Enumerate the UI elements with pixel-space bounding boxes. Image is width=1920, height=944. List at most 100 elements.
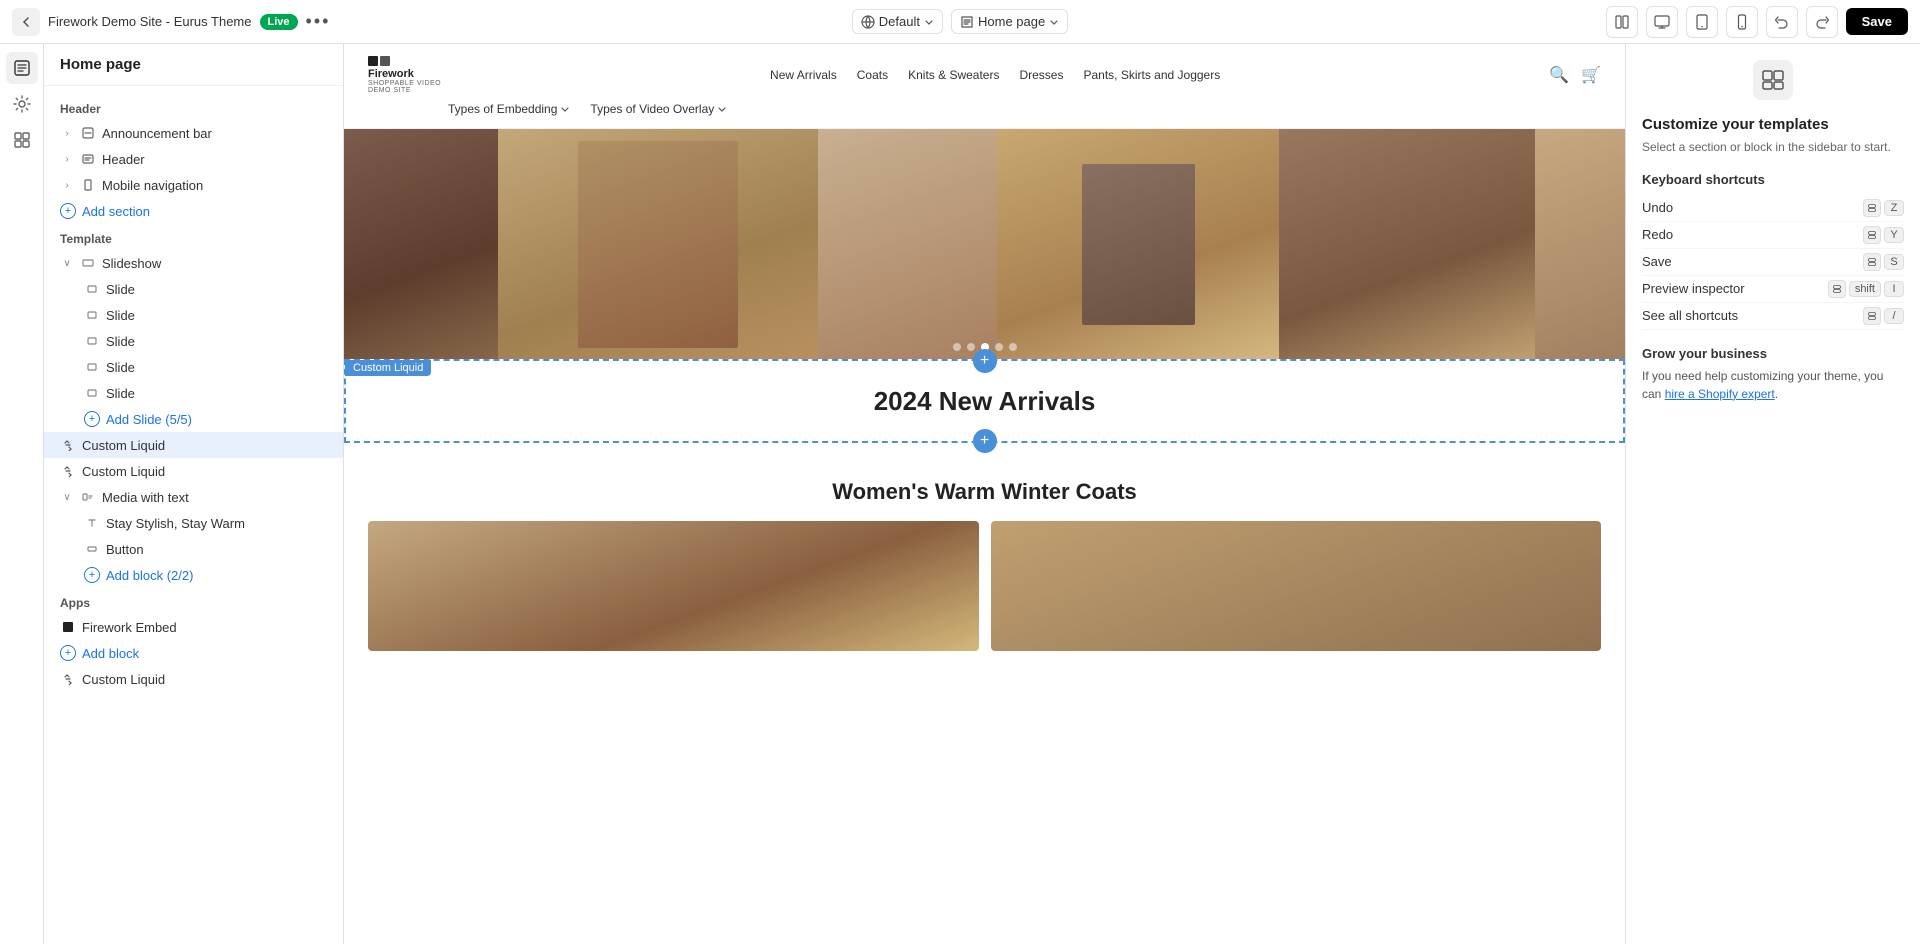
slide-1-label: Slide <box>106 282 135 297</box>
sidebar-item-slide-3[interactable]: Slide <box>44 328 343 354</box>
add-block-label: Add block (2/2) <box>106 568 193 583</box>
sidebar-item-mobile-nav[interactable]: › Mobile navigation <box>44 172 343 198</box>
save-label-shortcut: Save <box>1642 254 1672 269</box>
liquid-icon <box>60 671 76 687</box>
sidebar-item-custom-liquid-3[interactable]: Custom Liquid <box>44 666 343 692</box>
mobile-icon-button[interactable] <box>1726 6 1758 38</box>
slide-icon <box>84 307 100 323</box>
product-card-2[interactable] <box>991 521 1602 651</box>
sidebar-scroll: Header › Announcement bar › Header › <box>44 86 343 944</box>
media-icon <box>80 489 96 505</box>
blocks-icon[interactable] <box>6 124 38 156</box>
chevron-down-icon: ∨ <box>60 490 74 504</box>
add-section-icon: + <box>60 203 76 219</box>
undo-keys: Z <box>1863 199 1904 217</box>
add-slide-link[interactable]: + Add Slide (5/5) <box>44 406 343 432</box>
nav-dresses[interactable]: Dresses <box>1019 68 1063 82</box>
slide-image-4 <box>997 129 1279 359</box>
sidebar: Home page Header › Announcement bar › He… <box>44 44 344 944</box>
add-section-link[interactable]: + Add section <box>44 198 343 224</box>
preview-scroll[interactable]: Firework SHOPPABLE VIDEODEMO SITE New Ar… <box>344 44 1625 944</box>
sidebar-title: Home page <box>44 44 343 86</box>
product-card-1[interactable] <box>368 521 979 651</box>
z-key: Z <box>1884 200 1904 216</box>
cmd-key <box>1863 253 1881 271</box>
add-block-apps-link[interactable]: + Add block <box>44 640 343 666</box>
tablet-icon-button[interactable] <box>1686 6 1718 38</box>
mobile-nav-label: Mobile navigation <box>102 178 203 193</box>
settings-icon[interactable] <box>6 88 38 120</box>
custom-liquid-1-label: Custom Liquid <box>82 438 165 453</box>
grow-section: Grow your business If you need help cust… <box>1642 346 1904 403</box>
layout-icon-button[interactable] <box>1606 6 1638 38</box>
sidebar-item-slide-1[interactable]: Slide <box>44 276 343 302</box>
default-selector[interactable]: Default <box>852 9 943 34</box>
sidebar-item-firework-embed[interactable]: Firework Embed <box>44 614 343 640</box>
cmd-key <box>1828 280 1846 298</box>
add-block-apps-label: Add block <box>82 646 139 661</box>
sidebar-item-slide-5[interactable]: Slide <box>44 380 343 406</box>
pages-icon[interactable] <box>6 52 38 84</box>
panel-icon-row <box>1642 60 1904 100</box>
default-label: Default <box>879 14 920 29</box>
sidebar-item-slide-4[interactable]: Slide <box>44 354 343 380</box>
page-selector[interactable]: Home page <box>951 9 1068 34</box>
shift-key: shift <box>1849 281 1881 297</box>
search-icon[interactable]: 🔍 <box>1549 65 1569 85</box>
stay-stylish-label: Stay Stylish, Stay Warm <box>106 516 245 531</box>
product-grid <box>368 521 1601 651</box>
preview-inspector-keys: shift I <box>1828 280 1904 298</box>
sidebar-item-slide-2[interactable]: Slide <box>44 302 343 328</box>
slide-dot-4[interactable] <box>995 343 1003 351</box>
store-logo: Firework SHOPPABLE VIDEODEMO SITE <box>368 56 441 94</box>
undo-button[interactable] <box>1766 6 1798 38</box>
header-icon <box>80 151 96 167</box>
slideshow <box>344 129 1625 359</box>
nav-embedding[interactable]: Types of Embedding <box>448 102 570 116</box>
customize-desc: Select a section or block in the sidebar… <box>1642 139 1904 156</box>
hire-shopify-expert-link[interactable]: hire a Shopify expert <box>1665 387 1775 401</box>
nav-knits[interactable]: Knits & Sweaters <box>908 68 999 82</box>
add-section-label: Add section <box>82 204 150 219</box>
slide-5-label: Slide <box>106 386 135 401</box>
add-block-top-button[interactable]: + <box>973 349 997 373</box>
site-name: Firework Demo Site - Eurus Theme <box>48 14 252 29</box>
slide-dot-1[interactable] <box>953 343 961 351</box>
custom-liquid-section[interactable]: Custom Liquid + 2024 New Arrivals + <box>344 359 1625 443</box>
add-block-link[interactable]: + Add block (2/2) <box>44 562 343 588</box>
sidebar-item-announcement-bar[interactable]: › Announcement bar <box>44 120 343 146</box>
back-button[interactable] <box>12 8 40 36</box>
redo-button[interactable] <box>1806 6 1838 38</box>
nav-new-arrivals[interactable]: New Arrivals <box>770 68 837 82</box>
slide-dot-2[interactable] <box>967 343 975 351</box>
more-button[interactable]: ••• <box>306 11 331 32</box>
sidebar-item-header[interactable]: › Header <box>44 146 343 172</box>
nav-links: New Arrivals Coats Knits & Sweaters Dres… <box>770 68 1220 82</box>
logo-subline: SHOPPABLE VIDEODEMO SITE <box>368 80 441 94</box>
slide-icon <box>84 359 100 375</box>
add-block-bottom-button[interactable]: + <box>973 429 997 453</box>
main-layout: Home page Header › Announcement bar › He… <box>0 44 1920 944</box>
sidebar-item-button[interactable]: Button <box>44 536 343 562</box>
sidebar-item-stay-stylish[interactable]: Stay Stylish, Stay Warm <box>44 510 343 536</box>
add-block-apps-icon: + <box>60 645 76 661</box>
save-button[interactable]: Save <box>1846 8 1908 35</box>
button-icon <box>84 541 100 557</box>
sidebar-item-media-with-text[interactable]: ∨ Media with text <box>44 484 343 510</box>
liquid-icon <box>60 463 76 479</box>
nav-video-overlay[interactable]: Types of Video Overlay <box>590 102 727 116</box>
cart-icon[interactable]: 🛒 <box>1581 65 1601 85</box>
slide-4-label: Slide <box>106 360 135 375</box>
store-preview: Firework SHOPPABLE VIDEODEMO SITE New Ar… <box>344 44 1625 944</box>
nav-pants[interactable]: Pants, Skirts and Joggers <box>1083 68 1220 82</box>
sidebar-item-slideshow[interactable]: ∨ Slideshow <box>44 250 343 276</box>
sidebar-item-custom-liquid-1[interactable]: Custom Liquid <box>44 432 343 458</box>
desktop-icon-button[interactable] <box>1646 6 1678 38</box>
custom-liquid-3-label: Custom Liquid <box>82 672 165 687</box>
nav-coats[interactable]: Coats <box>857 68 888 82</box>
shortcut-save: Save S <box>1642 249 1904 276</box>
sidebar-item-custom-liquid-2[interactable]: Custom Liquid <box>44 458 343 484</box>
slide-dot-5[interactable] <box>1009 343 1017 351</box>
text-icon <box>84 515 100 531</box>
grow-desc: If you need help customizing your theme,… <box>1642 367 1904 403</box>
